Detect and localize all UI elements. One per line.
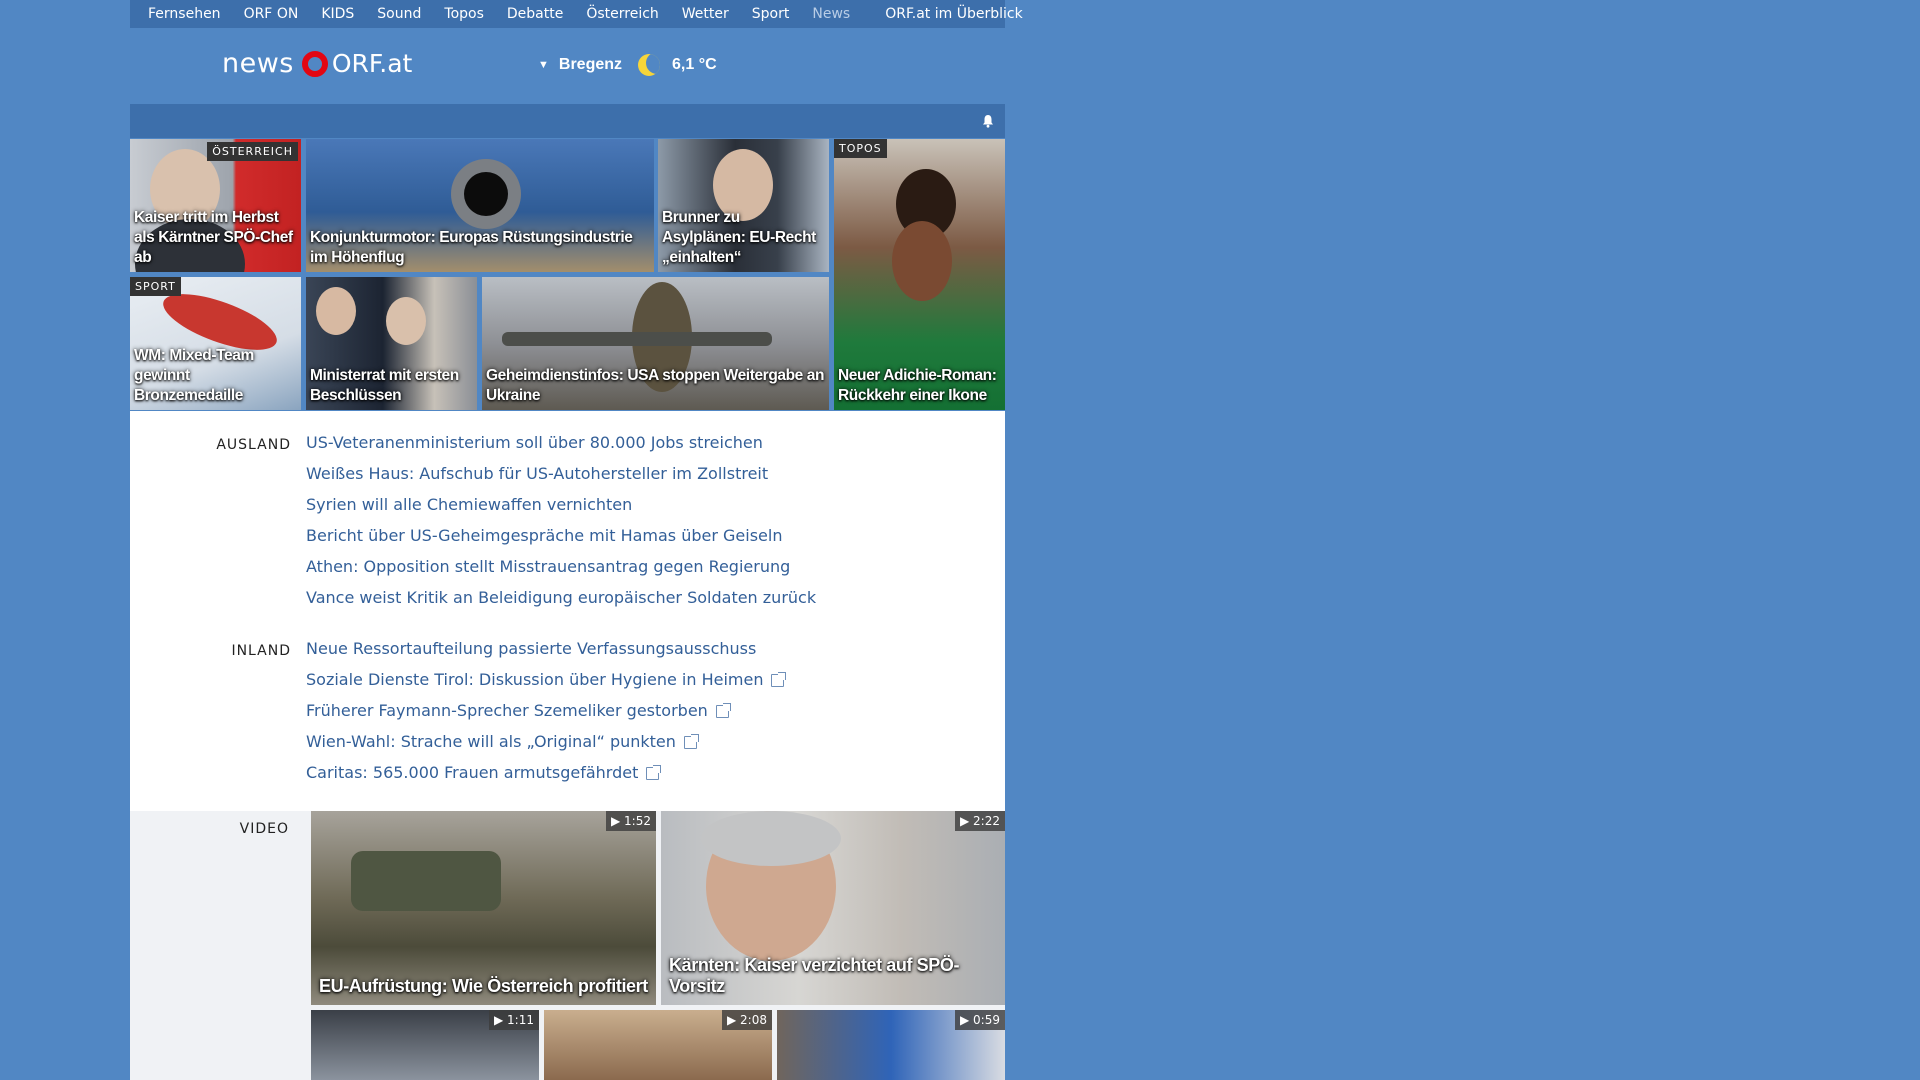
- nav-kids[interactable]: KIDS: [321, 6, 354, 22]
- section-label: VIDEO: [239, 821, 289, 837]
- headline-link[interactable]: Wien-Wahl: Strache will als „Original“ p…: [306, 732, 676, 752]
- moon-icon: [638, 54, 661, 76]
- headline-list: Neue Ressortaufteilung passierte Verfass…: [306, 639, 787, 794]
- nav-debatte[interactable]: Debatte: [507, 6, 563, 22]
- logo-news-text: news: [222, 48, 294, 79]
- teaser-caption: Konjunkturmotor: Europas Rüstungsindustr…: [310, 229, 633, 266]
- teaser-adichie[interactable]: TOPOS Neuer Adichie-Roman: Rückkehr eine…: [834, 139, 1005, 410]
- nav-topos[interactable]: Topos: [444, 6, 483, 22]
- drone-wing: [502, 332, 772, 346]
- site-logo[interactable]: news ORF.at: [222, 48, 412, 79]
- video-caption: Kärnten: Kaiser verzichtet auf SPÖ-Vorsi…: [669, 955, 960, 996]
- video-duration: ▶ 2:22: [955, 811, 1005, 831]
- headline-link[interactable]: Früherer Faymann-Sprecher Szemeliker ges…: [306, 701, 708, 721]
- category-tag: ÖSTERREICH: [207, 142, 298, 161]
- nav-sound[interactable]: Sound: [377, 6, 421, 22]
- weather-widget[interactable]: ▼ Bregenz 6,1 °C: [538, 54, 717, 76]
- category-tag: SPORT: [130, 277, 181, 296]
- external-link-icon: [715, 703, 731, 718]
- video-thumbnail: [351, 851, 501, 911]
- teaser-ministerrat[interactable]: Ministerrat mit ersten Beschlüssen: [306, 277, 477, 410]
- nav-oesterreich[interactable]: Österreich: [586, 6, 658, 22]
- nav-overview[interactable]: ORF.at im Überblick: [885, 6, 1022, 22]
- notification-bar: [130, 104, 1005, 138]
- category-tag: TOPOS: [834, 139, 887, 158]
- section-label: AUSLAND: [216, 437, 291, 453]
- video-duration: ▶ 1:52: [606, 811, 656, 831]
- video-thumbnail-3[interactable]: ▶ 1:11: [311, 1010, 539, 1080]
- external-link-icon: [683, 734, 699, 749]
- video-thumbnail-hair: [701, 811, 841, 866]
- teaser-kaiser[interactable]: ÖSTERREICH Kaiser tritt im Herbst als Kä…: [130, 139, 301, 272]
- nav-news-current[interactable]: News: [812, 6, 850, 22]
- teaser-caption: WM: Mixed-Team gewinnt Bronzemedaille: [134, 347, 254, 404]
- weather-temperature: 6,1 °C: [672, 56, 717, 73]
- news-lists: AUSLAND US-Veteranenministerium soll übe…: [130, 411, 1005, 811]
- nav-orf-on[interactable]: ORF ON: [244, 6, 299, 22]
- video-duration: ▶ 0:59: [955, 1010, 1005, 1030]
- video-caption: EU-Aufrüstung: Wie Österreich profitiert: [319, 976, 648, 996]
- bell-icon[interactable]: [981, 114, 995, 128]
- video-thumbnail-5[interactable]: ▶ 0:59: [777, 1010, 1005, 1080]
- external-link-icon: [771, 672, 787, 687]
- headline-link[interactable]: Athen: Opposition stellt Misstrauensantr…: [306, 557, 816, 588]
- gun-barrel: [464, 172, 508, 216]
- teaser-ruestung[interactable]: Konjunkturmotor: Europas Rüstungsindustr…: [306, 139, 654, 272]
- external-link-icon: [646, 765, 662, 780]
- teaser-photo: [316, 287, 356, 335]
- headline-item[interactable]: Caritas: 565.000 Frauen armutsgefährdet: [306, 763, 784, 794]
- orf-eye-icon: [301, 50, 328, 77]
- teaser-caption: Geheimdienstinfos: USA stoppen Weitergab…: [486, 367, 825, 404]
- section-label: INLAND: [231, 643, 291, 659]
- nav-wetter[interactable]: Wetter: [682, 6, 729, 22]
- teaser-caption: Neuer Adichie-Roman: Rückkehr einer Ikon…: [838, 367, 997, 404]
- dropdown-arrow-icon[interactable]: ▼: [538, 59, 549, 71]
- headline-link[interactable]: US-Veteranenministerium soll über 80.000…: [306, 433, 816, 464]
- headline-item[interactable]: Soziale Dienste Tirol: Diskussion über H…: [306, 670, 787, 701]
- headline-link[interactable]: Vance weist Kritik an Beleidigung europä…: [306, 588, 816, 619]
- teaser-brunner[interactable]: Brunner zu Asylplänen: EU-Recht „einhalt…: [658, 139, 829, 272]
- teaser-caption: Brunner zu Asylplänen: EU-Recht „einhalt…: [662, 209, 816, 266]
- headline-item[interactable]: Früherer Faymann-Sprecher Szemeliker ges…: [306, 701, 784, 732]
- headline-link[interactable]: Caritas: 565.000 Frauen armutsgefährdet: [306, 763, 638, 783]
- video-duration: ▶ 2:08: [722, 1010, 772, 1030]
- nav-fernsehen[interactable]: Fernsehen: [148, 6, 221, 22]
- headline-item[interactable]: Wien-Wahl: Strache will als „Original“ p…: [306, 732, 784, 763]
- headline-item[interactable]: Neue Ressortaufteilung passierte Verfass…: [306, 639, 784, 670]
- video-duration: ▶ 1:11: [489, 1010, 539, 1030]
- teaser-caption: Ministerrat mit ersten Beschlüssen: [310, 367, 459, 404]
- video-thumbnail-4[interactable]: ▶ 2:08: [544, 1010, 772, 1080]
- headline-link[interactable]: Bericht über US-Geheimgespräche mit Hama…: [306, 526, 816, 557]
- weather-city[interactable]: Bregenz: [559, 56, 622, 74]
- headline-link[interactable]: Weißes Haus: Aufschub für US-Autoherstel…: [306, 464, 816, 495]
- logo-orf-text: ORF.at: [331, 49, 413, 78]
- headline-link[interactable]: Syrien will alle Chemiewaffen vernichten: [306, 495, 816, 526]
- teaser-geheimdienst[interactable]: Geheimdienstinfos: USA stoppen Weitergab…: [482, 277, 829, 410]
- headline-link[interactable]: Soziale Dienste Tirol: Diskussion über H…: [306, 670, 763, 690]
- headline-list: US-Veteranenministerium soll über 80.000…: [306, 433, 816, 619]
- teaser-photo-2: [386, 297, 426, 345]
- headline-link[interactable]: Neue Ressortaufteilung passierte Verfass…: [306, 639, 756, 659]
- teaser-wm-mixed-team[interactable]: SPORT WM: Mixed-Team gewinnt Bronzemedai…: [130, 277, 301, 410]
- video-eu-aufruestung[interactable]: ▶ 1:52 EU-Aufrüstung: Wie Österreich pro…: [311, 811, 656, 1005]
- teaser-photo-face: [892, 221, 952, 301]
- video-kaernten-kaiser[interactable]: ▶ 2:22 Kärnten: Kaiser verzichtet auf SP…: [661, 811, 1005, 1005]
- teaser-caption: Kaiser tritt im Herbst als Kärntner SPÖ-…: [134, 209, 293, 266]
- top-navigation: Fernsehen ORF ON KIDS Sound Topos Debatt…: [130, 0, 1023, 28]
- nav-sport[interactable]: Sport: [752, 6, 790, 22]
